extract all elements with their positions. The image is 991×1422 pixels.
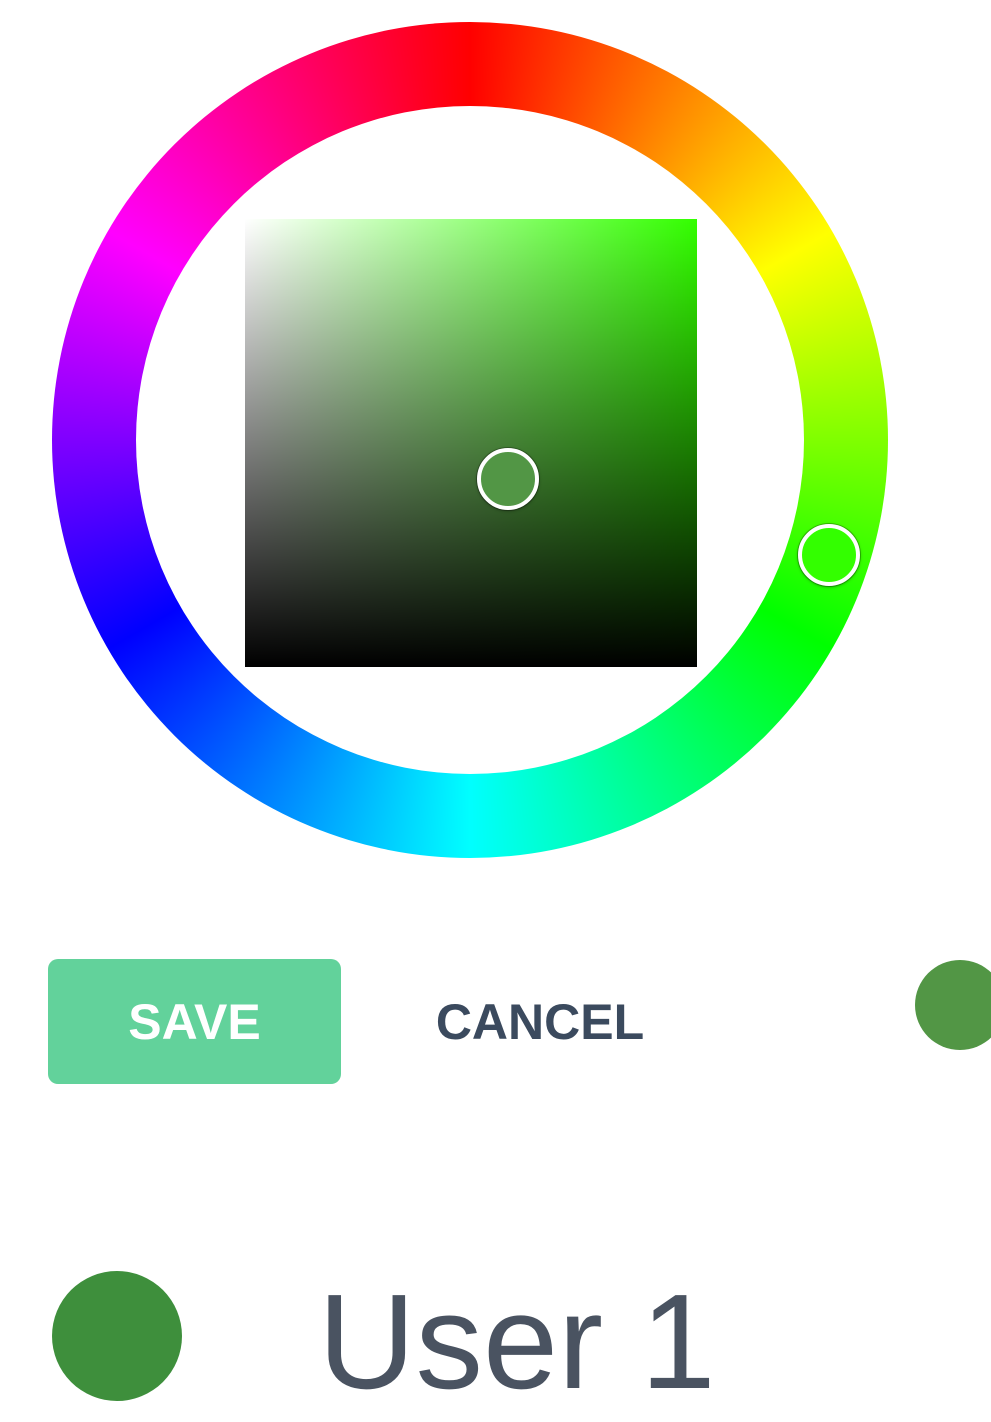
color-preview-dot <box>915 960 991 1050</box>
saturation-value-square[interactable] <box>245 219 697 667</box>
user-color-avatar[interactable] <box>52 1271 182 1401</box>
hue-handle[interactable] <box>798 524 860 586</box>
save-button[interactable]: SAVE <box>48 959 341 1084</box>
value-gradient <box>245 219 697 667</box>
cancel-button[interactable]: CANCEL <box>405 959 675 1084</box>
saturation-value-handle[interactable] <box>477 448 539 510</box>
user-name: User 1 <box>318 1266 716 1417</box>
